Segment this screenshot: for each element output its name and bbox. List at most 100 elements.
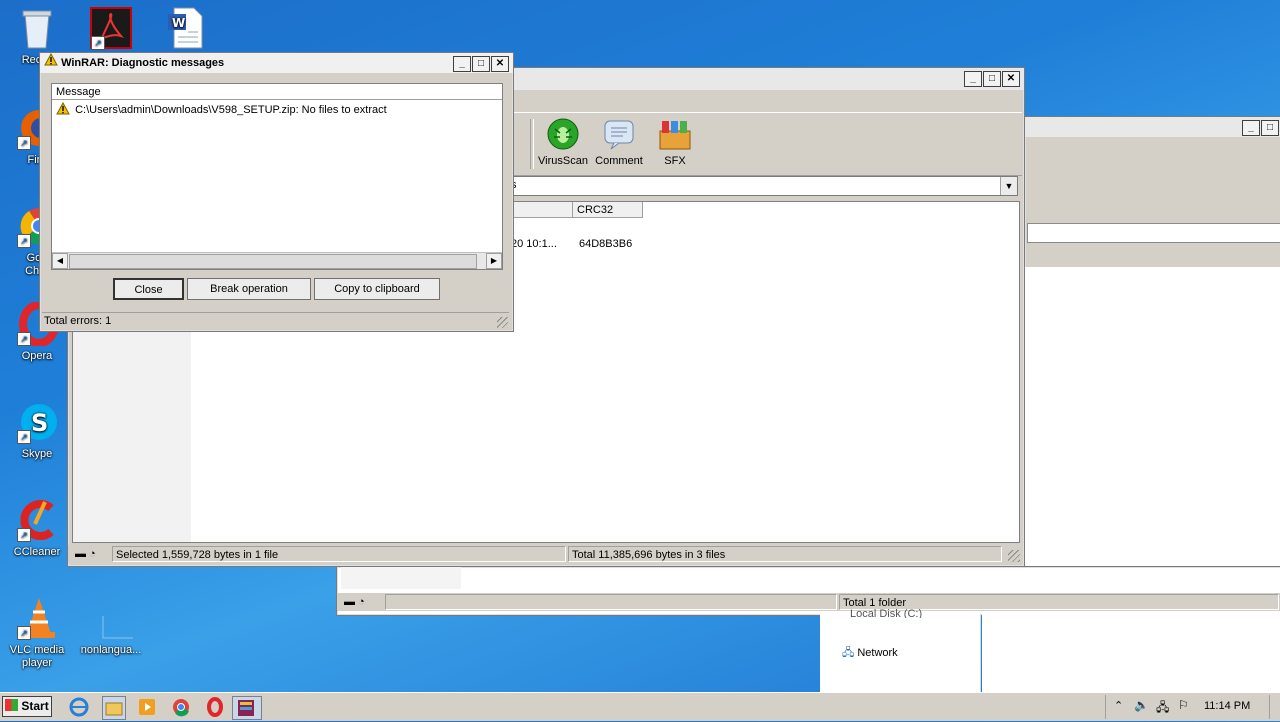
desktop-icon-label: nonlangua...: [80, 644, 142, 656]
taskbar-explorer-icon[interactable]: [102, 696, 126, 720]
volume-icon[interactable]: 🔈: [1134, 698, 1149, 712]
statusbar-blank: [385, 594, 837, 610]
desktop-icon-word[interactable]: W: [151, 6, 221, 54]
explorer-statusbar: ▬ ◔ Total 1 folder: [337, 593, 1280, 611]
clock-time[interactable]: 11:14 PM: [1204, 700, 1250, 712]
taskbar-media-player-icon[interactable]: [136, 696, 158, 718]
desktop-icon-vlc[interactable]: ↗ VLC media player: [2, 596, 72, 670]
list-item[interactable]: C:\Users\admin\Downloads\V598_SETUP.zip:…: [56, 101, 496, 116]
word-document-icon: W: [164, 6, 208, 50]
watermark-text: ANY RUN: [1038, 614, 1270, 665]
minimize-icon[interactable]: _: [1242, 120, 1260, 136]
sfx-button[interactable]: SFX: [648, 117, 702, 167]
taskbar-opera-icon[interactable]: [204, 696, 226, 718]
shortcut-arrow-icon: ↗: [17, 332, 31, 346]
blank-file-icon: [89, 596, 147, 640]
desktop-icon-file[interactable]: nonlangua...: [76, 596, 147, 657]
desktop-icon-label: VLC media: [9, 644, 65, 656]
system-tray: ⌃ 🔈 🖧 ⚐ 11:14 PM: [1105, 695, 1280, 719]
column-header-message[interactable]: Message: [52, 84, 502, 100]
network-tray-icon[interactable]: 🖧: [1156, 698, 1169, 719]
close-icon[interactable]: ✕: [1002, 71, 1020, 87]
maximize-icon[interactable]: □: [472, 56, 490, 72]
svg-text:S: S: [31, 409, 48, 437]
desktop-icon-ccleaner[interactable]: ↗ CCleaner: [2, 498, 72, 559]
desktop-icon-skype[interactable]: S ↗ Skype: [2, 400, 72, 461]
folder-tree-pane: [73, 322, 191, 542]
desktop-icon-label: CCleaner: [13, 546, 61, 558]
start-button[interactable]: Start: [2, 696, 52, 717]
shortcut-arrow-icon: ↗: [17, 136, 31, 150]
anyrun-watermark: ANY RUN: [1038, 614, 1270, 665]
diagnostic-titlebar[interactable]: WinRAR: Diagnostic messages: [40, 52, 513, 73]
toolbar-separator: [530, 119, 534, 169]
comment-button[interactable]: Comment: [592, 117, 646, 167]
virusscan-button[interactable]: VirusScan: [536, 117, 590, 167]
explorer-window-controls: _ □: [1242, 120, 1279, 136]
sfx-icon: [656, 117, 694, 151]
shortcut-arrow-icon: ↗: [91, 36, 105, 50]
resize-grip-icon[interactable]: [1008, 550, 1020, 562]
nav-item-label: Network: [857, 647, 898, 659]
taskbar-chrome-icon[interactable]: [170, 696, 192, 718]
winrar-statusbar: ▬ ◔ Selected 1,559,728 bytes in 1 file T…: [68, 545, 1022, 563]
close-icon[interactable]: ✕: [491, 56, 509, 72]
table-row[interactable]: 20 10:1... 64D8B3B6: [503, 238, 703, 252]
show-desktop-button[interactable]: [1269, 695, 1280, 719]
diagnostic-title: WinRAR: Diagnostic messages: [61, 57, 225, 69]
comment-label: Comment: [595, 155, 643, 167]
taskbar-ie-icon[interactable]: [68, 696, 90, 718]
virusscan-icon: [546, 117, 580, 151]
windows-logo-icon: [5, 699, 18, 711]
message-text: C:\Users\admin\Downloads\V598_SETUP.zip:…: [75, 103, 387, 116]
sfx-label: SFX: [664, 155, 686, 167]
explorer-nav-pane: Local Disk (C:) 🖧 Network: [820, 608, 981, 692]
start-label: Start: [21, 699, 49, 713]
explorer-content: [1025, 267, 1280, 617]
resize-grip-icon[interactable]: [497, 317, 508, 328]
ccleaner-icon: ↗: [15, 498, 59, 542]
statusbar-drive-icons: ▬ ◔: [75, 548, 96, 560]
warning-icon: [44, 52, 58, 73]
shortcut-arrow-icon: ↗: [17, 430, 31, 444]
chevron-down-icon[interactable]: ▼: [1000, 177, 1017, 195]
maximize-icon[interactable]: □: [983, 71, 1001, 87]
taskbar-winrar-icon[interactable]: [232, 696, 262, 720]
svg-text:W: W: [172, 16, 185, 30]
message-list: Message C:\Users\admin\Downloads\V598_SE…: [51, 83, 503, 270]
shortcut-arrow-icon: ↗: [17, 528, 31, 542]
break-operation-button[interactable]: Break operation: [187, 278, 311, 300]
explorer-list-area: [341, 567, 461, 589]
network-icon: 🖧: [842, 647, 855, 659]
cell-modified: 20 10:1...: [511, 238, 557, 250]
shortcut-arrow-icon: ↗: [17, 626, 31, 640]
tray-expand-icon[interactable]: ⌃: [1114, 699, 1123, 712]
explorer-address-bar[interactable]: [1027, 223, 1280, 243]
scrollbar-thumb[interactable]: [69, 254, 477, 269]
diagnostic-statusbar: Total errors: 1: [42, 312, 509, 329]
scroll-left-icon[interactable]: ◀: [52, 253, 68, 269]
horizontal-scrollbar[interactable]: ◀ ▶: [52, 252, 502, 269]
maximize-icon[interactable]: □: [1261, 120, 1279, 136]
explorer-window: _ □: [1024, 116, 1280, 618]
statusbar-drive-icons: ▬ ◔: [344, 596, 365, 608]
path-combobox[interactable]: s ▼: [468, 176, 1018, 196]
action-center-flag-icon[interactable]: ⚐: [1178, 698, 1189, 712]
minimize-icon[interactable]: _: [964, 71, 982, 87]
nav-item-network[interactable]: 🖧 Network: [842, 644, 898, 663]
nav-item-label: Local Disk (C:): [850, 608, 923, 618]
diagnostic-dialog: WinRAR: Diagnostic messages _ □ ✕ Messag…: [39, 52, 514, 332]
cell-crc32: 64D8B3B6: [579, 238, 633, 250]
close-button[interactable]: Close: [113, 278, 184, 300]
taskbar: Start ⌃ 🔈 🖧 ⚐ 11:14 PM: [0, 692, 1280, 721]
desktop-icon-acrobat[interactable]: ↗: [76, 6, 146, 54]
acrobat-icon: ↗: [89, 6, 133, 50]
nav-item-local-disk[interactable]: Local Disk (C:): [850, 608, 922, 618]
status-total: Total 11,385,696 bytes in 3 files: [568, 546, 1002, 562]
copy-to-clipboard-button[interactable]: Copy to clipboard: [314, 278, 440, 300]
scroll-right-icon[interactable]: ▶: [486, 253, 502, 269]
column-header-crc32[interactable]: CRC32: [573, 202, 643, 218]
vlc-cone-icon: ↗: [15, 596, 59, 640]
minimize-icon[interactable]: _: [453, 56, 471, 72]
desktop-icon-label-line2: player: [22, 657, 52, 669]
